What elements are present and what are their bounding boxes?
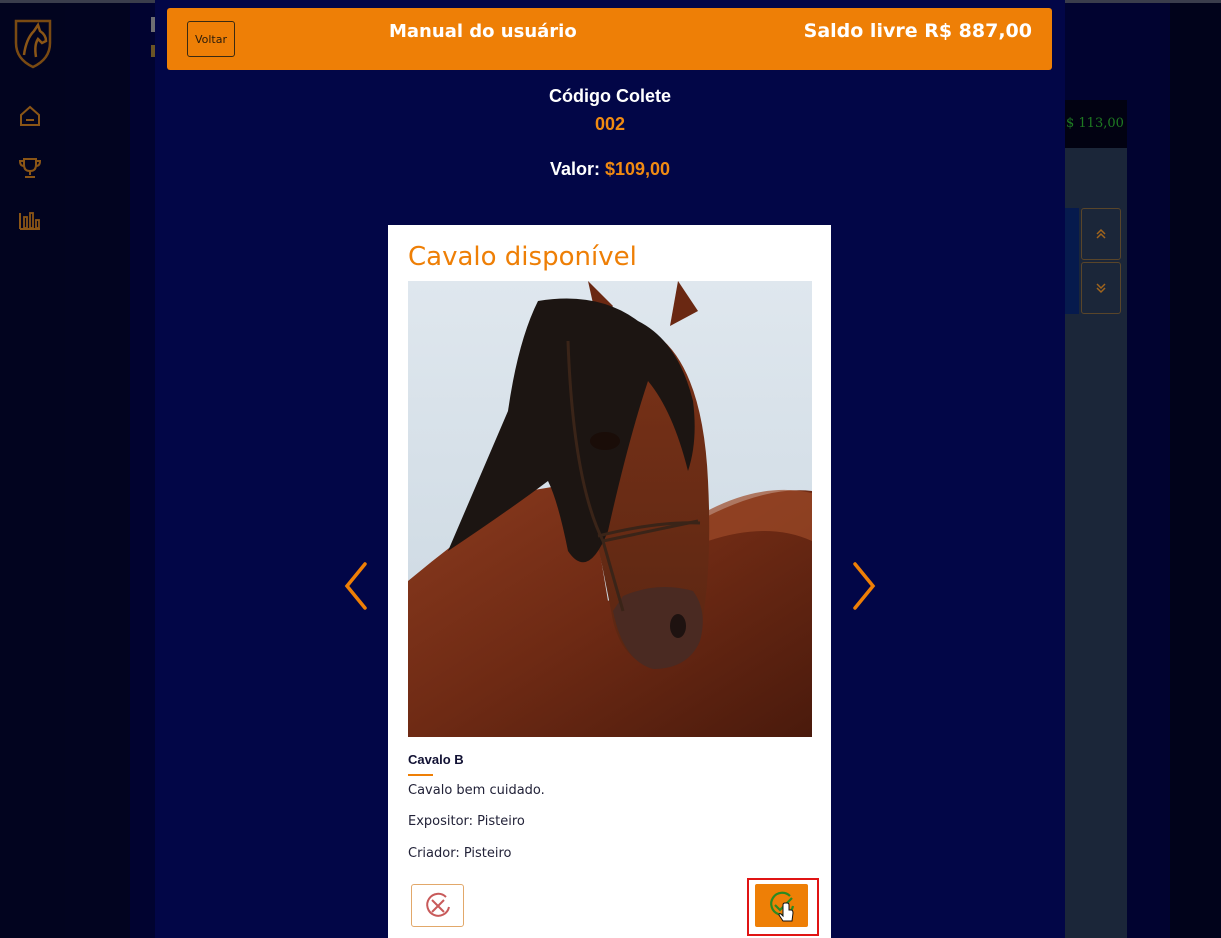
bar-chart-icon[interactable] (17, 207, 43, 233)
reject-button[interactable] (411, 884, 464, 927)
scroll-bottom-button[interactable] (1081, 262, 1121, 314)
back-button[interactable]: Voltar (187, 21, 235, 57)
double-chevron-down-icon (1096, 283, 1106, 294)
vest-code-label: Código Colete (549, 86, 671, 106)
vest-code-value: 002 (594, 114, 626, 134)
horse-logo-icon (14, 19, 52, 69)
free-balance: Saldo livre R$ 887,00 (803, 20, 1032, 42)
modal-header: Voltar Manual do usuário Saldo livre R$ … (167, 8, 1052, 70)
horse-detail-modal: Voltar Manual do usuário Saldo livre R$ … (155, 0, 1065, 938)
background-right-edge (1170, 3, 1221, 938)
price-value: $109,00 (604, 159, 671, 179)
home-icon[interactable] (17, 103, 43, 129)
accept-button[interactable] (755, 884, 808, 927)
scroll-top-button[interactable] (1081, 208, 1121, 260)
chevron-right-icon[interactable] (845, 560, 879, 612)
hand-pointer-icon (777, 902, 794, 921)
name-underline (408, 774, 433, 776)
horse-card: Cavalo disponível Cavalo B Cavalo bem cu… (388, 225, 831, 938)
x-circle-icon (425, 892, 450, 917)
horse-breeder: Criador: Pisteiro (408, 846, 512, 861)
trophy-icon[interactable] (17, 155, 43, 181)
background-price: $ 113,00 (1062, 100, 1127, 148)
horse-description: Cavalo bem cuidado. (408, 783, 545, 798)
horse-name: Cavalo B (408, 752, 464, 767)
horse-photo (408, 281, 812, 737)
horse-exhibitor: Expositor: Pisteiro (408, 814, 525, 829)
user-manual-title: Manual do usuário (389, 21, 577, 42)
check-circle-icon (769, 891, 794, 921)
background-strip (1064, 208, 1079, 314)
double-chevron-up-icon (1096, 228, 1106, 239)
price-label: Valor: (549, 159, 600, 179)
price-line: Valor: $109,00 (155, 159, 1065, 180)
card-title: Cavalo disponível (408, 242, 637, 272)
chevron-left-icon[interactable] (341, 560, 375, 612)
sidebar (0, 3, 65, 938)
